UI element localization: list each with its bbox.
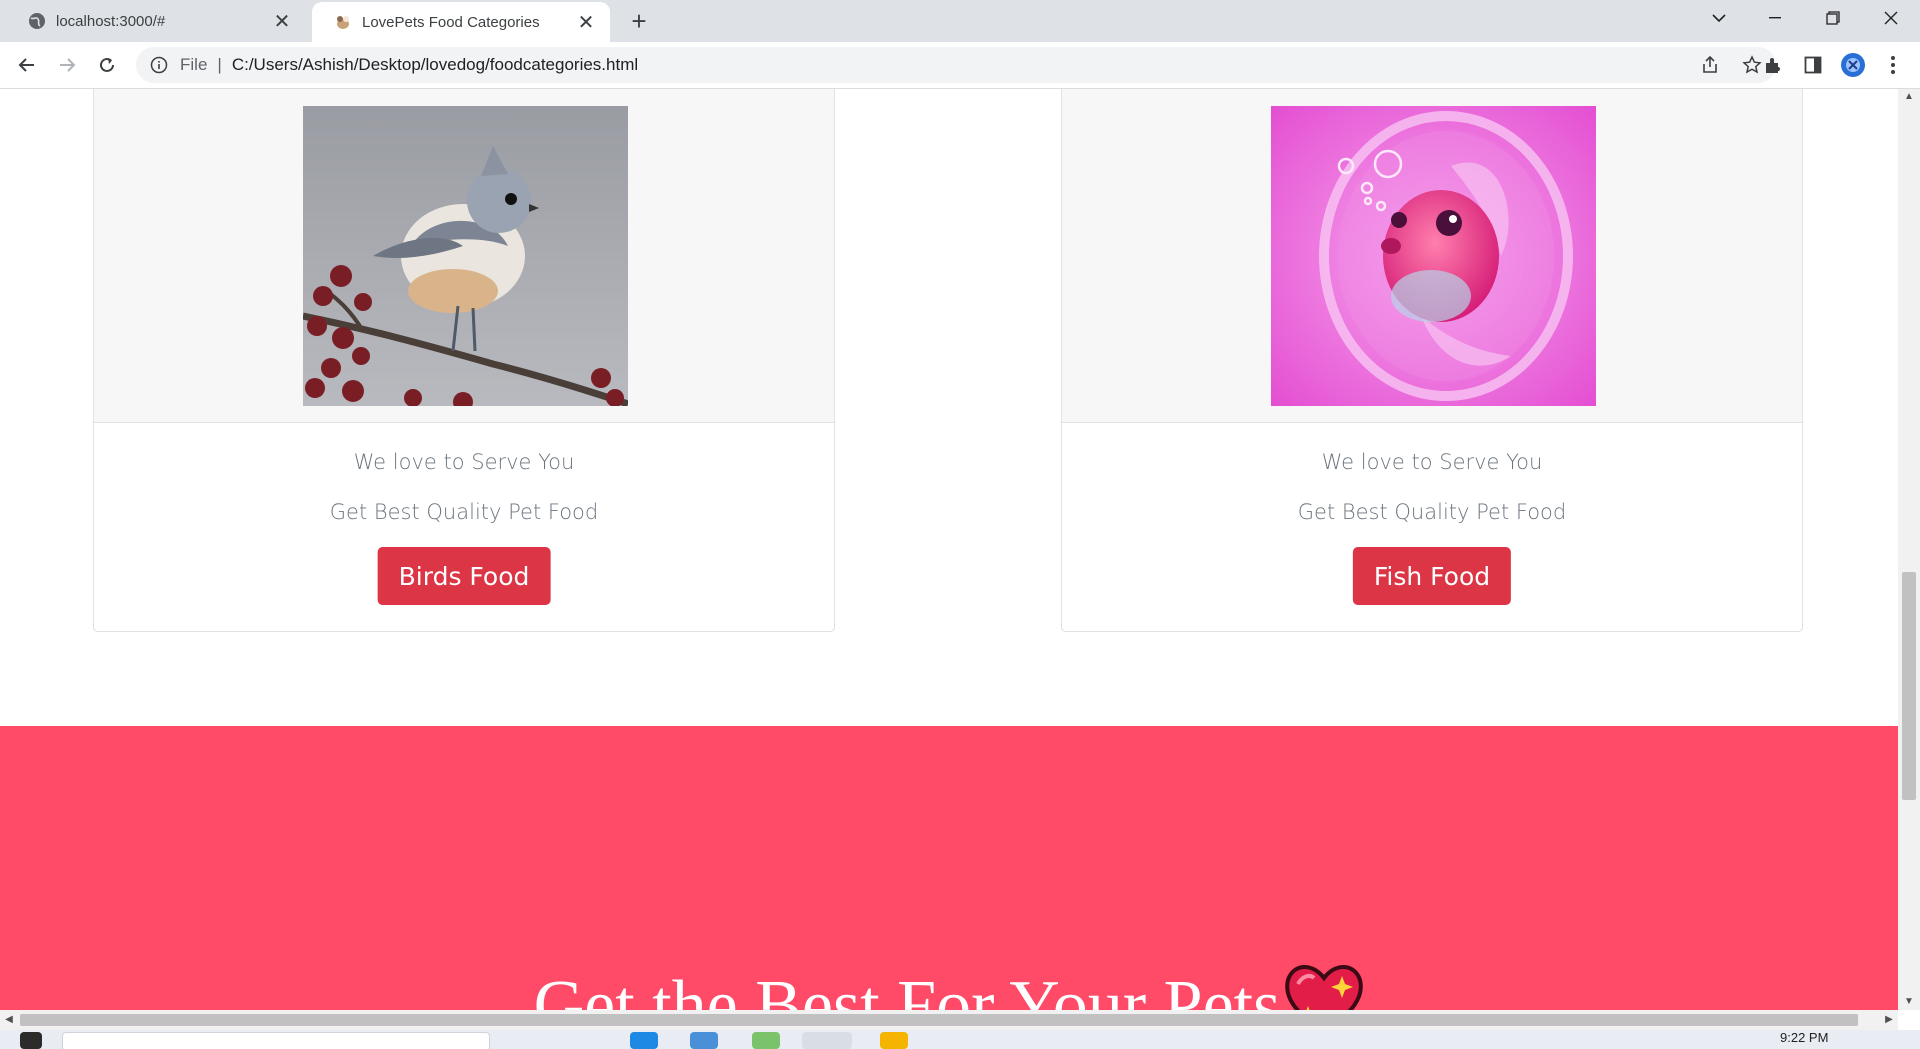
app-taskbar-icon[interactable] xyxy=(752,1032,780,1049)
close-window-button[interactable] xyxy=(1868,0,1914,36)
fish-food-button[interactable]: Fish Food xyxy=(1352,547,1512,605)
extensions-icon[interactable] xyxy=(1760,52,1786,78)
share-icon[interactable] xyxy=(1700,55,1720,75)
scheme-label: File xyxy=(180,55,208,74)
tab-title: LovePets Food Categories xyxy=(362,13,540,31)
horizontal-scroll-thumb[interactable] xyxy=(20,1014,1858,1026)
minimize-button[interactable] xyxy=(1752,0,1798,36)
close-tab-icon[interactable]: ✕ xyxy=(576,10,596,35)
forward-arrow-icon xyxy=(60,58,76,72)
promo-banner: Get the Best For Your Pets xyxy=(0,726,1898,1010)
back-button[interactable] xyxy=(12,50,42,80)
horizontal-scrollbar[interactable]: ◀ ▶ xyxy=(0,1010,1898,1030)
card-subtitle: Get Best Quality Pet Food xyxy=(1297,500,1567,524)
folder-taskbar-icon[interactable] xyxy=(880,1032,908,1049)
bird-image xyxy=(303,106,628,406)
back-arrow-icon xyxy=(18,58,34,72)
fish-image xyxy=(1271,106,1596,406)
sparkling-heart-icon xyxy=(1285,965,1364,1010)
vscode-taskbar-icon[interactable] xyxy=(630,1032,658,1049)
profile-avatar[interactable] xyxy=(1840,52,1866,78)
tab-strip: localhost:3000/# ✕ LovePets Food Categor… xyxy=(0,0,1920,42)
url-text[interactable]: C:/Users/Ashish/Desktop/lovedog/foodcate… xyxy=(232,55,638,75)
taskbar-clock: 9:22 PM xyxy=(1780,1030,1829,1045)
os-taskbar: 9:22 PM xyxy=(0,1030,1920,1049)
menu-kebab-icon[interactable] xyxy=(1880,52,1906,78)
info-icon[interactable] xyxy=(150,56,168,74)
card-image-area xyxy=(1062,89,1802,423)
tab-lovepets[interactable]: LovePets Food Categories ✕ xyxy=(312,2,610,42)
restore-button[interactable] xyxy=(1810,0,1856,36)
scheme-separator: | xyxy=(217,55,222,74)
tab-localhost[interactable]: localhost:3000/# ✕ xyxy=(6,0,306,42)
chrome-taskbar-icon[interactable] xyxy=(802,1032,852,1049)
vertical-scrollbar[interactable]: ▲ ▼ xyxy=(1898,89,1920,1010)
tab-search-icon[interactable] xyxy=(1696,0,1742,36)
side-panel-icon[interactable] xyxy=(1800,52,1826,78)
reload-button[interactable] xyxy=(92,50,122,80)
taskbar-search-box[interactable] xyxy=(62,1032,490,1049)
food-category-card-birds: We love to Serve You Get Best Quality Pe… xyxy=(93,89,835,632)
new-tab-button[interactable]: + xyxy=(624,6,654,36)
forward-button[interactable] xyxy=(52,50,82,80)
browser-toolbar: File | C:/Users/Ashish/Desktop/lovedog/f… xyxy=(0,42,1920,89)
card-subtitle: Get Best Quality Pet Food xyxy=(329,500,599,524)
bookmark-star-icon[interactable] xyxy=(1742,55,1762,75)
start-icon[interactable] xyxy=(20,1032,42,1049)
vertical-scroll-thumb[interactable] xyxy=(1902,572,1916,800)
globe-icon xyxy=(29,13,45,29)
page-viewport: We love to Serve You Get Best Quality Pe… xyxy=(0,89,1898,1010)
app-taskbar-icon[interactable] xyxy=(690,1032,718,1049)
food-category-card-fish: We love to Serve You Get Best Quality Pe… xyxy=(1061,89,1803,632)
banner-headline: Get the Best For Your Pets xyxy=(533,967,1281,1010)
scroll-down-arrow-icon[interactable]: ▼ xyxy=(1898,994,1920,1010)
card-tagline: We love to Serve You xyxy=(353,450,575,474)
birds-food-button[interactable]: Birds Food xyxy=(377,547,551,605)
scroll-left-arrow-icon[interactable]: ◀ xyxy=(0,1010,18,1030)
close-tab-icon[interactable]: ✕ xyxy=(272,9,292,34)
pet-favicon xyxy=(337,16,349,29)
tab-title: localhost:3000/# xyxy=(56,12,166,30)
scroll-right-arrow-icon[interactable]: ▶ xyxy=(1880,1010,1898,1030)
address-bar[interactable]: File | C:/Users/Ashish/Desktop/lovedog/f… xyxy=(136,47,1776,83)
reload-icon xyxy=(100,57,114,72)
card-image-area xyxy=(94,89,834,423)
banner-headline-row: Get the Best For Your Pets xyxy=(0,962,1898,1010)
card-tagline: We love to Serve You xyxy=(1321,450,1543,474)
scroll-up-arrow-icon[interactable]: ▲ xyxy=(1898,89,1920,105)
